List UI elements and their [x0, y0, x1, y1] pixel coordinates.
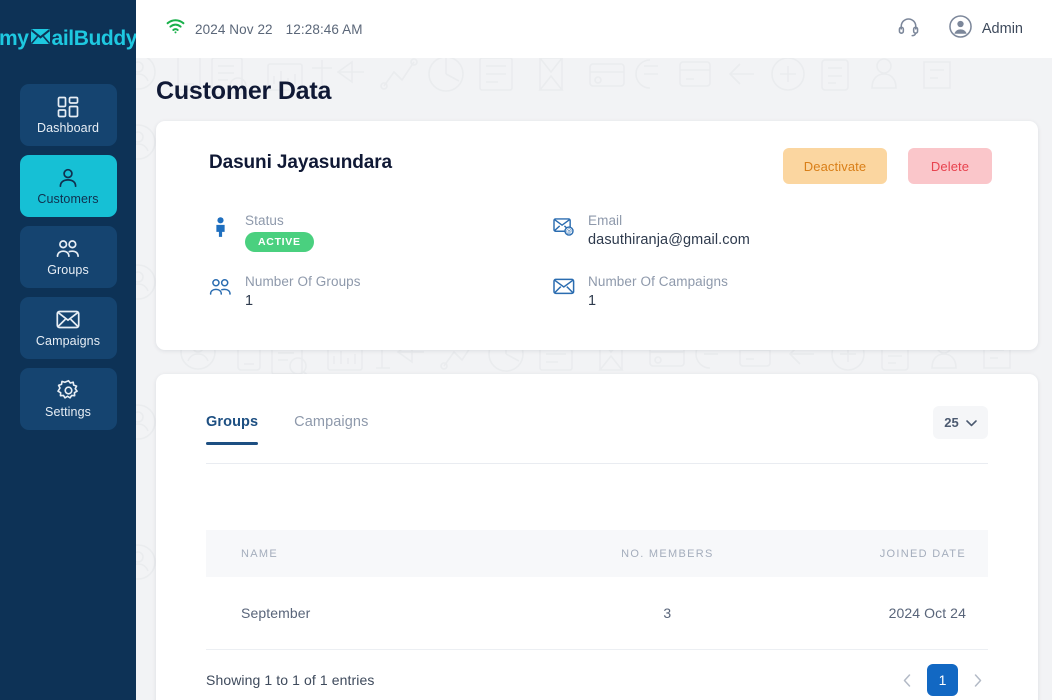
- sidebar-item-label: Groups: [47, 262, 89, 277]
- dashboard-grid-icon: [56, 96, 80, 118]
- sidebar-item-label: Customers: [37, 191, 99, 206]
- main-area: 2024 Nov 22 12:28:46 AM Admin Customer D…: [136, 0, 1052, 700]
- sidebar-item-label: Campaigns: [35, 333, 101, 348]
- related-data-card: Groups Campaigns 25 NAME NO. MEMBERS JOI…: [156, 374, 1038, 700]
- tabs-divider: [206, 463, 988, 464]
- logo-text-pre: my: [0, 27, 29, 50]
- status-badge: ACTIVE: [245, 232, 314, 252]
- info-field-status: Status ACTIVE: [209, 213, 552, 252]
- sidebar-item-settings[interactable]: Settings: [19, 368, 117, 430]
- page-size-select[interactable]: 25: [933, 406, 988, 439]
- envelope-icon: [552, 274, 575, 309]
- customer-profile-card: Dasuni Jayasundara Deactivate Delete Sta…: [156, 121, 1038, 350]
- customer-info-grid: Status ACTIVE @ Email dasuthiranja@gmail…: [209, 213, 989, 309]
- info-label: Number Of Groups: [245, 274, 361, 289]
- table-row[interactable]: September 3 2024 Oct 24: [206, 577, 988, 650]
- page-number-1[interactable]: 1: [927, 664, 958, 696]
- cell-joined: 2024 Oct 24: [888, 605, 966, 621]
- users-group-icon: [209, 274, 232, 309]
- cell-name: September: [241, 605, 311, 621]
- top-bar: 2024 Nov 22 12:28:46 AM Admin: [136, 0, 1052, 58]
- column-header-joined: JOINED DATE: [879, 547, 966, 560]
- tab-campaigns[interactable]: Campaigns: [294, 414, 368, 445]
- info-field-groups: Number Of Groups 1: [209, 274, 552, 309]
- info-field-campaigns: Number Of Campaigns 1: [552, 274, 989, 309]
- time-text: 12:28:46 AM: [285, 21, 363, 37]
- info-value: 1: [588, 293, 597, 309]
- showing-entries-text: Showing 1 to 1 of 1 entries: [206, 672, 375, 688]
- date-text: 2024 Nov 22: [195, 21, 273, 37]
- info-value: dasuthiranja@gmail.com: [588, 232, 750, 248]
- column-header-members: NO. MEMBERS: [621, 547, 714, 560]
- sidebar-item-label: Dashboard: [36, 120, 100, 135]
- user-icon: [56, 167, 80, 189]
- page-size-value: 25: [944, 415, 959, 430]
- svg-text:@: @: [566, 229, 572, 235]
- customer-name: Dasuni Jayasundara: [209, 152, 393, 173]
- users-group-icon: [56, 238, 80, 260]
- gear-icon: [56, 379, 80, 402]
- profile-actions: Deactivate Delete: [783, 148, 992, 184]
- app-logo[interactable]: my ailBuddy: [0, 22, 137, 56]
- page-title: Customer Data: [156, 77, 332, 105]
- datetime-display: 2024 Nov 22 12:28:46 AM: [195, 22, 363, 37]
- envelope-icon: [30, 27, 51, 51]
- table-footer: Showing 1 to 1 of 1 entries 1: [206, 650, 988, 700]
- column-header-name: NAME: [241, 547, 278, 560]
- logo-text-post: ailBuddy: [51, 27, 138, 50]
- sidebar-item-groups[interactable]: Groups: [19, 226, 117, 288]
- sidebar-item-campaigns[interactable]: Campaigns: [19, 297, 117, 359]
- chevron-left-icon[interactable]: [897, 666, 917, 694]
- cell-members: 3: [663, 605, 672, 621]
- sidebar-item-dashboard[interactable]: Dashboard: [19, 84, 117, 146]
- user-avatar-icon: [949, 15, 972, 43]
- sidebar-item-customers[interactable]: Customers: [19, 155, 117, 217]
- sidebar: my ailBuddy Dashboard Customers Groups C…: [0, 0, 137, 700]
- delete-button[interactable]: Delete: [908, 148, 992, 184]
- info-label: Email: [588, 213, 623, 228]
- person-icon: [209, 213, 232, 252]
- table-header: NAME NO. MEMBERS JOINED DATE: [206, 530, 988, 577]
- sidebar-item-label: Settings: [45, 404, 91, 419]
- headset-icon[interactable]: [898, 16, 919, 42]
- info-value: 1: [245, 293, 254, 309]
- card-tabs: Groups Campaigns: [206, 414, 368, 445]
- info-label: Status: [245, 213, 284, 228]
- envelope-icon: [56, 309, 80, 331]
- tab-groups[interactable]: Groups: [206, 414, 259, 445]
- email-at-icon: @: [552, 213, 575, 252]
- top-bar-actions: Admin: [898, 15, 1023, 43]
- page-content: Customer Data Dasuni Jayasundara Deactiv…: [136, 58, 1052, 700]
- user-name: Admin: [981, 21, 1023, 37]
- user-menu[interactable]: Admin: [949, 15, 1023, 43]
- connection-status: 2024 Nov 22 12:28:46 AM: [166, 19, 363, 39]
- info-field-email: @ Email dasuthiranja@gmail.com: [552, 213, 989, 252]
- info-label: Number Of Campaigns: [588, 274, 728, 289]
- chevron-down-icon: [965, 414, 977, 432]
- pagination: 1: [897, 664, 988, 696]
- chevron-right-icon[interactable]: [968, 666, 988, 694]
- deactivate-button[interactable]: Deactivate: [783, 148, 887, 184]
- sidebar-nav: Dashboard Customers Groups Campaigns Set…: [0, 84, 136, 430]
- wifi-icon: [166, 19, 185, 39]
